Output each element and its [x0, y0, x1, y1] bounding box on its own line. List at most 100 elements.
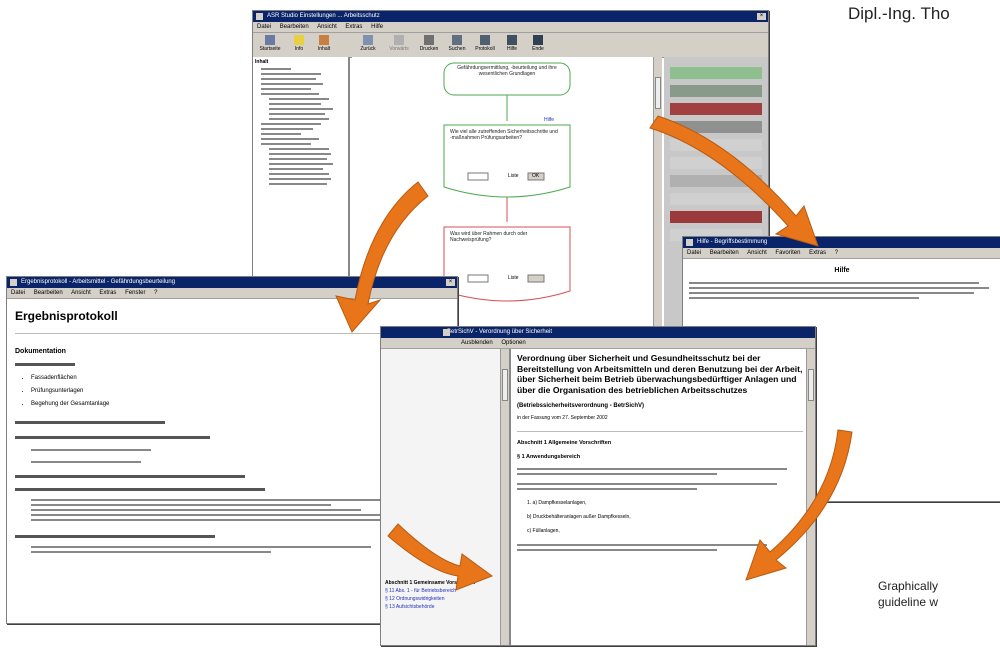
toc-link[interactable]: § 11 Abs. 1 - für Betriebsbereich — [385, 587, 503, 595]
law-section: Abschnitt 1 Allgemeine Vorschriften — [517, 440, 612, 446]
toolbar-button-help[interactable]: Hilfe — [499, 33, 525, 57]
flow-question-text: Wie viel alle zutreffenden Sicherheitssc… — [450, 129, 558, 141]
help-menubar: Datei Bearbeiten Ansicht Favoriten Extra… — [683, 248, 1000, 259]
home-icon — [265, 35, 275, 45]
law-menubar: Ausblenden Optionen — [381, 338, 815, 349]
toc-link[interactable]: § 12 Ordnungswidrigkeiten — [385, 595, 503, 603]
law-title-bar: BetrSichV - Verordnung über Sicherheit — [381, 327, 815, 338]
menu-item[interactable]: Fenster — [125, 290, 145, 296]
menu-item[interactable]: Extras — [345, 24, 362, 30]
scroll-thumb[interactable] — [655, 77, 661, 109]
printer-icon — [424, 35, 434, 45]
help-content: Hilfe — [683, 259, 1000, 308]
law-list-item: b) Druckbehälteranlagen außer Dampfkesse… — [527, 514, 631, 520]
menu-item[interactable]: ? — [154, 290, 157, 296]
app-icon — [443, 329, 450, 336]
app-icon — [256, 13, 263, 20]
back-arrow-icon — [363, 35, 373, 45]
flow-ok-label: OK — [532, 173, 540, 179]
menu-item[interactable]: Bearbeiten — [34, 290, 63, 296]
status-box[interactable] — [670, 67, 762, 79]
toolbar-button-search[interactable]: Suchen — [443, 33, 471, 57]
law-toc-pane: Abschnitt 1 Gemeinsame Vorschriften § 11… — [381, 349, 511, 645]
help-title-bar: Hilfe - Begriffsbestimmung — [683, 237, 1000, 248]
help-heading: Hilfe — [834, 267, 850, 274]
tree-node[interactable] — [269, 148, 346, 185]
caption-line: guideline w — [878, 595, 939, 609]
menu-item[interactable]: ? — [835, 250, 838, 256]
forward-arrow-icon — [394, 35, 404, 45]
law-list-item: 1. a) Dampfkesselanlagen, — [527, 500, 587, 506]
menu-item[interactable]: Favoriten — [775, 250, 800, 256]
result-menubar: Datei Bearbeiten Ansicht Extras Fenster … — [7, 288, 457, 299]
main-title-bar: ASR Studio Einstellungen ... Arbeitsschu… — [253, 11, 768, 22]
flow-field-label-2: Liste — [508, 275, 519, 281]
law-list-item: c) Füllanlagen, — [527, 528, 560, 534]
status-box[interactable] — [670, 85, 762, 97]
tree-node[interactable] — [269, 98, 346, 120]
result-title-bar: Ergebnisprotokoll - Arbeitsmittel - Gefä… — [7, 277, 457, 288]
status-box[interactable] — [670, 121, 762, 133]
toc-link[interactable]: § 13 Aufsichtsbehörde — [385, 603, 503, 611]
scroll-thumb[interactable] — [808, 369, 814, 401]
toolbar-button-info[interactable]: Info — [287, 33, 311, 57]
help-icon — [507, 35, 517, 45]
status-box[interactable] — [670, 157, 762, 169]
close-icon[interactable]: × — [757, 13, 766, 20]
flow-input-2[interactable] — [467, 274, 489, 283]
menu-item[interactable]: Ausblenden — [461, 340, 493, 346]
menu-item[interactable]: Ansicht — [317, 24, 337, 30]
status-box[interactable] — [670, 175, 762, 187]
close-icon[interactable]: × — [446, 279, 455, 286]
menu-item[interactable]: Datei — [257, 24, 271, 30]
law-subtitle: (Betriebssicherheitsverordnung - BetrSic… — [517, 403, 645, 409]
status-box[interactable] — [670, 193, 762, 205]
help-title-text: Hilfe - Begriffsbestimmung — [697, 239, 768, 245]
menu-item[interactable]: Bearbeiten — [280, 24, 309, 30]
menu-item[interactable]: Datei — [11, 290, 25, 296]
tree-title: Inhalt — [255, 59, 269, 65]
scroll-thumb[interactable] — [502, 369, 508, 401]
app-icon — [686, 239, 693, 246]
caption-line: Graphically — [878, 579, 939, 593]
law-heading: Verordnung über Sicherheit und Gesundhei… — [517, 353, 803, 395]
status-box[interactable] — [670, 139, 762, 151]
law-text-window: BetrSichV - Verordnung über Sicherheit A… — [380, 326, 816, 646]
menu-item[interactable]: Hilfe — [371, 24, 383, 30]
flowchart-scrollbar[interactable] — [653, 57, 662, 331]
book-icon — [319, 35, 329, 45]
tree-node[interactable] — [261, 123, 346, 145]
main-toolbar: Startseite Info Inhalt Zurück Vorwärts D… — [253, 33, 768, 58]
toolbar-button-contents[interactable]: Inhalt — [311, 33, 337, 57]
law-text-pane: Verordnung über Sicherheit und Gesundhei… — [513, 349, 815, 645]
main-menubar: Datei Bearbeiten Ansicht Extras Hilfe — [253, 22, 768, 33]
menu-item[interactable]: Extras — [99, 290, 116, 296]
menu-item[interactable]: Extras — [809, 250, 826, 256]
toc-link[interactable]: Abschnitt 1 Gemeinsame Vorschriften — [385, 579, 503, 587]
protocol-icon — [480, 35, 490, 45]
toolbar-button-back[interactable]: Zurück — [353, 33, 383, 57]
toolbar-button-forward[interactable]: Vorwärts — [383, 33, 415, 57]
tree-node[interactable] — [261, 68, 346, 95]
menu-item[interactable]: Optionen — [501, 340, 525, 346]
menu-item[interactable]: Ansicht — [747, 250, 767, 256]
flow-input[interactable] — [467, 172, 489, 181]
flow-help-tag[interactable]: Hilfe — [544, 117, 554, 123]
status-box[interactable] — [670, 211, 762, 223]
flow-question-text-2: Was wird über Rahmen durch oder Nachweis… — [450, 231, 528, 243]
toolbar-button-protocol[interactable]: Protokoll — [471, 33, 499, 57]
law-scrollbar[interactable] — [806, 349, 815, 645]
toolbar-button-exit[interactable]: Ende — [525, 33, 551, 57]
law-date: in der Fassung vom 27. September 2002 — [517, 415, 608, 421]
toolbar-button-print[interactable]: Drucken — [415, 33, 443, 57]
status-box[interactable] — [670, 103, 762, 115]
figure-caption: Graphically guideline w — [878, 578, 938, 610]
menu-item[interactable]: Ansicht — [71, 290, 91, 296]
flow-ok-button-2[interactable] — [527, 274, 545, 283]
toolbar-button-start[interactable]: Startseite — [253, 33, 287, 57]
exit-icon — [533, 35, 543, 45]
menu-item[interactable]: Datei — [687, 250, 701, 256]
law-title-text: BetrSichV - Verordnung über Sicherheit — [447, 329, 553, 335]
toc-scrollbar[interactable] — [500, 349, 509, 645]
menu-item[interactable]: Bearbeiten — [710, 250, 739, 256]
